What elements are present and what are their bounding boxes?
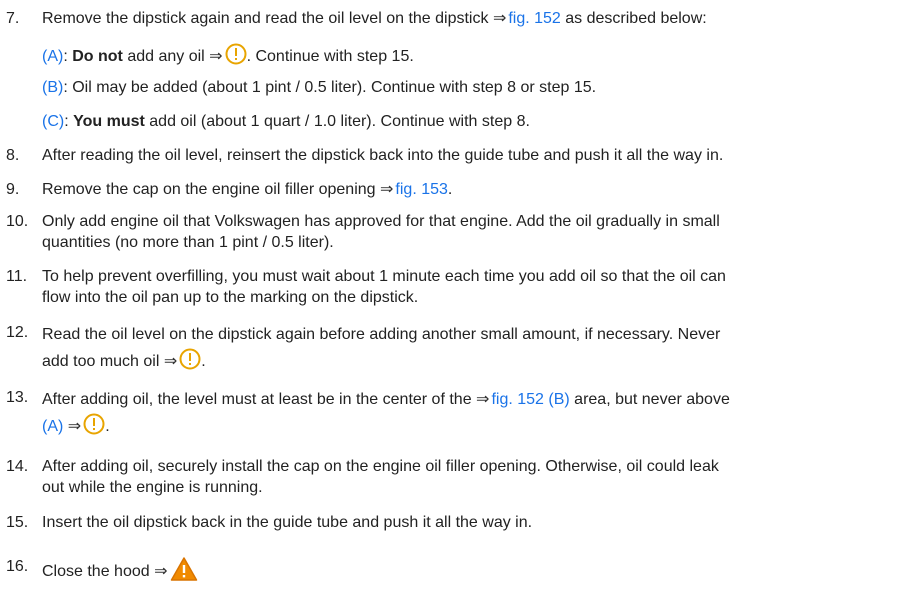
step-text-mid: area, but never above — [574, 391, 730, 408]
step-text: Remove the cap on the engine oil filler … — [42, 181, 376, 198]
step-number: 16. — [6, 558, 29, 575]
sub-text-tail: . Continue with step 15. — [246, 48, 414, 65]
emphasis-text: Do not — [72, 48, 123, 65]
step-text-continued: add too much oil — [42, 353, 160, 370]
step-text-tail: as described below: — [565, 10, 707, 27]
sub-text: add any oil — [127, 48, 205, 65]
sub-text: add oil (about 1 quart / 1.0 liter). Con… — [149, 113, 530, 130]
step-number: 12. — [6, 324, 29, 341]
notice-circle-icon[interactable] — [83, 413, 105, 435]
figure-link-153[interactable]: fig. 153 — [395, 181, 447, 198]
reference-arrow: ⇒ — [492, 10, 507, 27]
step-number: 9. — [6, 181, 20, 198]
step-text-continued: quantities (no more than 1 pint / 0.5 li… — [42, 234, 334, 251]
step-text-continued: out while the engine is running. — [42, 479, 263, 496]
reference-arrow: ⇒ — [476, 391, 490, 408]
step-text-continued: flow into the oil pan up to the marking … — [42, 289, 419, 306]
area-reference-a: (A) — [42, 418, 64, 435]
sub-item-a: (A): Do not add any oil ⇒. Continue with… — [42, 43, 414, 68]
step-text: After adding oil, the level must at leas… — [42, 391, 472, 408]
step-number: 7. — [6, 10, 20, 27]
step-number: 13. — [6, 389, 29, 406]
reference-arrow: ⇒ — [154, 563, 168, 580]
step-text: Close the hood — [42, 563, 150, 580]
warning-triangle-icon[interactable] — [170, 556, 198, 582]
notice-circle-icon[interactable] — [225, 43, 247, 65]
step-number: 10. — [6, 213, 29, 230]
step-text: After reading the oil level, reinsert th… — [42, 147, 724, 164]
step-text: Remove the dipstick again and read the o… — [42, 10, 489, 27]
step-text-tail: . — [201, 353, 206, 370]
step-text: After adding oil, securely install the c… — [42, 458, 719, 475]
step-number: 8. — [6, 147, 20, 164]
notice-circle-icon[interactable] — [179, 348, 201, 370]
sub-item-c: (C): You must add oil (about 1 quart / 1… — [42, 113, 530, 130]
step-text: Insert the oil dipstick back in the guid… — [42, 514, 533, 531]
figure-link-152-b[interactable]: fig. 152 (B) — [491, 391, 569, 408]
sub-label-a: (A) — [42, 48, 64, 65]
reference-arrow: ⇒ — [209, 48, 223, 65]
figure-link-152[interactable]: fig. 152 — [508, 10, 560, 27]
step-text: To help prevent overfilling, you must wa… — [42, 268, 726, 285]
step-text: Read the oil level on the dipstick again… — [42, 326, 721, 343]
step-number: 11. — [6, 268, 28, 285]
sub-item-b: (B): Oil may be added (about 1 pint / 0.… — [42, 77, 596, 99]
reference-arrow: ⇒ — [380, 181, 394, 198]
reference-arrow: ⇒ — [163, 353, 178, 370]
step-number: 14. — [6, 458, 29, 475]
step-text-tail: . — [105, 418, 110, 435]
sub-label-c: (C) — [42, 113, 65, 130]
sub-label-b: (B) — [42, 79, 64, 96]
emphasis-text: You must — [73, 113, 145, 130]
step-text-tail: . — [447, 181, 453, 198]
step-text: Only add engine oil that Volkswagen has … — [42, 213, 720, 230]
sub-text: : Oil may be added (about 1 pint / 0.5 l… — [63, 79, 597, 96]
reference-arrow: ⇒ — [67, 418, 82, 435]
instruction-page: 7. Remove the dipstick again and read th… — [0, 0, 904, 602]
step-number: 15. — [6, 514, 29, 531]
